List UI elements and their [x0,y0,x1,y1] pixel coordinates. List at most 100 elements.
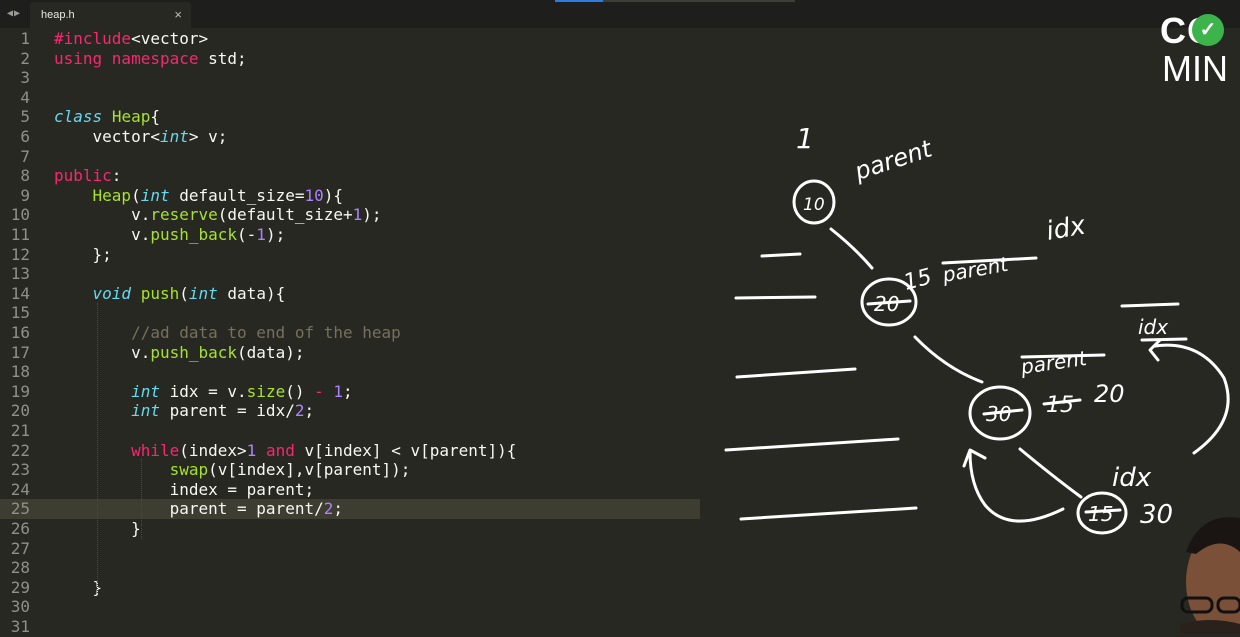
line-number: 10 [10,205,30,225]
swap-arrow [968,450,1065,523]
line-number: 27 [10,538,30,558]
code-token: #include [54,29,132,48]
code-token: int [159,127,189,146]
code-line[interactable]: 1 #include<vector> [0,29,700,49]
code-token: ( [131,185,141,205]
tree-edge [913,335,984,384]
code-line[interactable]: 3 [0,68,700,88]
annotation-idx-right: idx [1138,315,1168,339]
code-token: std; [198,48,247,68]
line-number: 29 [10,577,30,597]
code-line[interactable]: 21 [0,421,700,441]
code-line[interactable]: 22 while(index>1 and v[index] < v[parent… [0,441,700,461]
line-number: 5 [20,107,30,127]
code-text: v.reserve(default_size+1); [54,205,381,225]
code-text: using namespace std; [54,49,247,69]
code-line[interactable]: 7 [0,147,700,167]
code-line[interactable]: 15 [0,303,700,323]
line-number: 24 [10,479,30,499]
code-line[interactable]: 13 [0,264,700,284]
code-token: 10 [304,185,324,205]
line-number: 7 [20,146,30,166]
code-token: > v; [188,127,228,146]
code-line[interactable]: 23 swap(v[index],v[parent]); [0,460,700,480]
code-token: int [131,401,160,421]
code-token: Heap [111,107,151,127]
code-token: using namespace [54,48,199,68]
code-text: void push(int data){ [54,283,286,304]
close-icon[interactable]: × [174,2,182,28]
code-line[interactable]: 5 class Heap{ [0,107,700,127]
code-token: void [92,283,132,303]
line-number: 14 [10,283,30,303]
node-20-note: parent [940,252,1011,287]
code-line[interactable]: 14 void push(int data){ [0,284,700,304]
line-number: 11 [10,225,30,244]
code-line[interactable]: 6 vector<int> v; [0,127,700,147]
code-line[interactable]: 4 [0,88,700,108]
node-30-value: 20 [1094,380,1125,408]
code-line[interactable]: 17 v.push_back(data); [0,343,700,363]
code-token: push_back [150,342,238,362]
code-token: ( [179,283,189,303]
code-token: data){ [217,283,286,303]
code-token: 1 [352,205,363,225]
line-number: 23 [10,460,30,480]
code-line[interactable]: 16 //ad data to end of the heap [0,323,700,343]
code-line[interactable]: 10 v.reserve(default_size+1); [0,205,700,225]
code-line[interactable]: 20 int parent = idx/2; [0,401,700,421]
code-token: int [188,283,218,303]
code-token: ; [333,499,343,519]
code-text: int idx = v.size() - 1; [54,382,353,402]
code-token: }; [54,244,112,264]
code-line[interactable]: 31 [0,617,700,637]
line-number: 1 [20,29,30,48]
code-text: class Heap{ [54,107,160,127]
code-line[interactable]: 24 index = parent; [0,480,700,500]
code-token: public [54,166,112,186]
code-token: { [150,107,160,127]
scroll-indicator-thumb[interactable] [555,0,603,2]
code-text: v.push_back(data); [54,343,304,363]
tab-heap-h[interactable]: heap.h × [30,2,191,28]
array-slot-line [760,252,802,258]
code-line[interactable]: 19 int idx = v.size() - 1; [0,382,700,402]
tab-nav-arrows[interactable]: ◀▶ [0,0,28,28]
code-text: index = parent; [54,479,315,500]
nav-right-icon[interactable]: ▶ [14,8,21,19]
code-token: index = parent; [54,479,315,499]
code-line[interactable]: 2 using namespace std; [0,49,700,69]
code-text: int parent = idx/2; [54,401,314,421]
code-token: int [131,381,160,401]
code-line[interactable]: 26 } [0,519,700,539]
code-token: (v[index],v[parent]); [208,460,411,480]
code-token: Heap [92,185,132,205]
code-line[interactable]: 18 [0,362,700,382]
code-line[interactable]: 11 v.push_back(-1); [0,225,700,245]
code-line[interactable]: 9 Heap(int default_size=10){ [0,186,700,206]
code-line[interactable]: 12 }; [0,245,700,265]
nav-left-icon[interactable]: ◀ [7,8,14,19]
code-token: 1 [256,225,266,244]
code-line[interactable]: 8 public: [0,166,700,186]
line-number: 17 [10,342,30,362]
code-line[interactable]: 27 [0,539,700,559]
code-line[interactable]: 29 } [0,578,700,598]
node-value-15: 15 [1088,502,1113,526]
line-number: 2 [20,48,30,68]
annotation-idx-top: idx [1044,210,1088,246]
code-line[interactable]: 30 [0,597,700,617]
tab-title: heap.h [41,9,75,21]
line-number: 8 [20,166,30,186]
code-token: parent = parent/ [54,499,324,519]
code-token: idx = v. [159,381,247,401]
whiteboard-annotations: 1 parent idx 10 20 15 parent 30 parent 1… [724,122,1230,535]
code-line[interactable]: 25 parent = parent/2; [0,499,700,519]
code-line[interactable]: 28 [0,558,700,578]
line-number: 26 [10,519,30,538]
